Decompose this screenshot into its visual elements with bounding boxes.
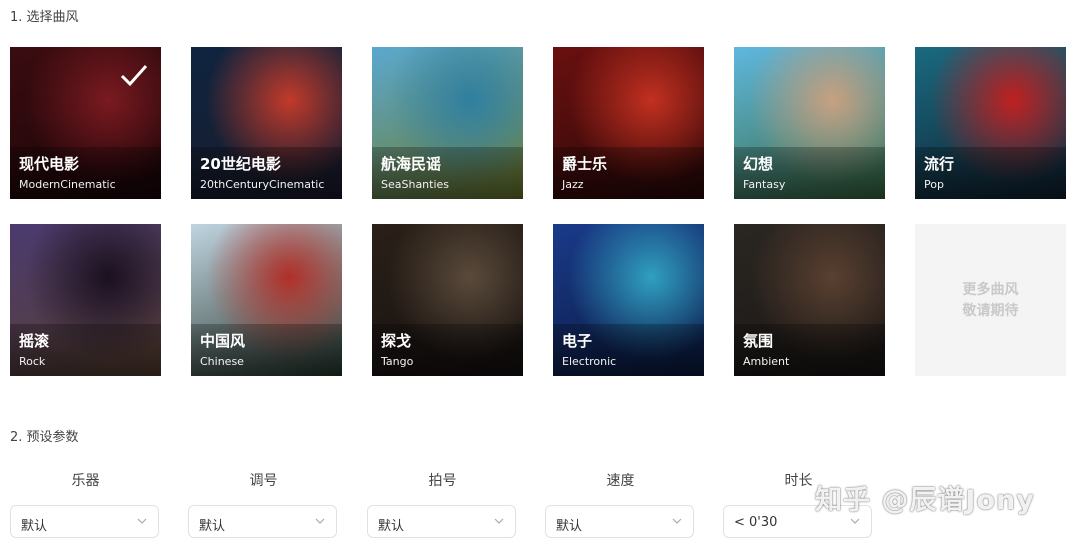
- watermark: 知乎 @辰谱Jony: [815, 485, 1035, 516]
- param-select[interactable]: 默认: [545, 505, 694, 538]
- style-card-jazz[interactable]: 爵士乐 Jazz: [553, 47, 704, 199]
- style-name-en: Chinese: [200, 355, 244, 368]
- param-select[interactable]: 默认: [188, 505, 337, 538]
- section-title-params: 2. 预设参数: [10, 430, 79, 445]
- style-name-en: SeaShanties: [381, 178, 450, 191]
- style-card-seashanties[interactable]: 航海民谣 SeaShanties: [372, 47, 523, 199]
- param-select-value: 默认: [556, 519, 583, 534]
- param-label: 乐器: [71, 473, 100, 489]
- style-name-en: Tango: [381, 355, 414, 368]
- chevron-down-icon: [315, 518, 325, 524]
- style-card-fantasy[interactable]: 幻想 Fantasy: [734, 47, 885, 199]
- more-styles-text: 更多曲风 敬请期待: [915, 280, 1066, 322]
- style-card-ambient[interactable]: 氛围 Ambient: [734, 224, 885, 376]
- style-card-pop[interactable]: 流行 Pop: [915, 47, 1066, 199]
- selected-check-icon: [120, 65, 148, 87]
- style-card-moderncinematic[interactable]: 现代电影 ModernCinematic: [10, 47, 161, 199]
- more-line2: 敬请期待: [962, 303, 1019, 319]
- style-name-zh: 航海民谣: [381, 155, 442, 173]
- style-name-zh: 现代电影: [19, 155, 80, 173]
- param-label: 拍号: [428, 473, 457, 489]
- style-name-en: Jazz: [562, 178, 584, 191]
- style-name-en: Fantasy: [743, 178, 786, 191]
- style-name-en: Pop: [924, 178, 944, 191]
- section-title-style: 1. 选择曲风: [10, 10, 79, 25]
- param-label: 速度: [606, 473, 635, 489]
- style-name-zh: 电子: [562, 332, 593, 350]
- param-select-value: 默认: [21, 519, 48, 534]
- style-name-zh: 流行: [924, 155, 955, 173]
- chevron-down-icon: [850, 518, 860, 524]
- chevron-down-icon: [672, 518, 682, 524]
- style-card-rock[interactable]: 摇滚 Rock: [10, 224, 161, 376]
- style-name-en: 20thCenturyCinematic: [200, 178, 325, 191]
- more-styles-placeholder: 更多曲风 敬请期待: [915, 224, 1066, 376]
- param-select-value: 默认: [378, 519, 405, 534]
- style-card-tango[interactable]: 探戈 Tango: [372, 224, 523, 376]
- param-label: 调号: [249, 473, 278, 489]
- chevron-down-icon: [137, 518, 147, 524]
- param-select[interactable]: 默认: [367, 505, 516, 538]
- style-card-chinese[interactable]: 中国风 Chinese: [191, 224, 342, 376]
- style-name-zh: 探戈: [381, 332, 412, 350]
- param-select-value: < 0'30: [734, 515, 778, 530]
- style-name-en: Rock: [19, 355, 46, 368]
- more-line1: 更多曲风: [962, 282, 1019, 298]
- style-name-zh: 幻想: [743, 155, 774, 173]
- style-name-zh: 摇滚: [19, 332, 50, 350]
- style-name-en: ModernCinematic: [19, 178, 116, 191]
- style-card-electronic[interactable]: 电子 Electronic: [553, 224, 704, 376]
- style-name-en: Ambient: [743, 355, 790, 368]
- style-name-zh: 中国风: [200, 332, 246, 350]
- style-name-en: Electronic: [562, 355, 617, 368]
- style-card-20thcenturycinematic[interactable]: 20世纪电影 20thCenturyCinematic: [191, 47, 342, 199]
- param-select[interactable]: 默认: [10, 505, 159, 538]
- chevron-down-icon: [494, 518, 504, 524]
- param-select-value: 默认: [199, 519, 226, 534]
- style-name-zh: 爵士乐: [562, 155, 608, 173]
- style-name-zh: 20世纪电影: [200, 155, 281, 173]
- style-name-zh: 氛围: [743, 332, 774, 350]
